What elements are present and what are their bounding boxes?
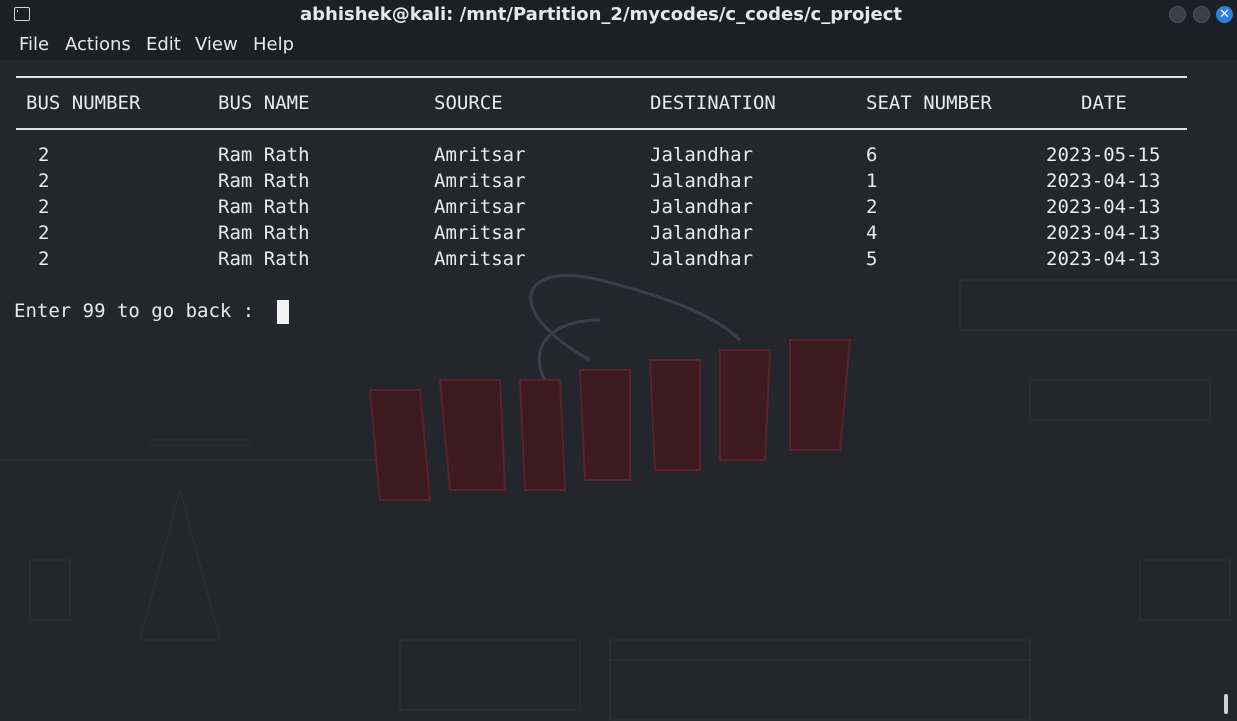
cell-source: Amritsar [434,248,526,270]
cell-date: 2023-05-15 [1046,144,1161,166]
menu-actions[interactable]: Actions [65,34,131,55]
cell-bus-number: 2 [38,144,50,166]
cell-date: 2023-04-13 [1046,222,1161,244]
minimize-button[interactable] [1169,6,1186,23]
cell-date: 2023-04-13 [1046,248,1161,270]
header-seat-number: SEAT NUMBER [866,92,992,114]
menu-edit[interactable]: Edit [146,34,181,55]
cell-destination: Jalandhar [650,170,753,192]
cell-source: Amritsar [434,196,526,218]
terminal-window: abhishek@kali: /mnt/Partition_2/mycodes/… [0,0,1237,721]
cell-bus-name: Ram Rath [218,170,310,192]
cell-bus-number: 2 [38,170,50,192]
header-source: SOURCE [434,92,503,114]
cell-seat-number: 4 [866,222,878,244]
menu-file[interactable]: File [19,34,49,55]
header-bus-name: BUS NAME [218,92,310,114]
cell-bus-number: 2 [38,248,50,270]
table-header-rule [16,128,1187,130]
cell-destination: Jalandhar [650,222,753,244]
cell-destination: Jalandhar [650,196,753,218]
maximize-button[interactable] [1193,6,1210,23]
cell-seat-number: 5 [866,248,878,270]
menu-view[interactable]: View [195,34,238,55]
input-prompt: Enter 99 to go back : [14,300,266,322]
cell-bus-number: 2 [38,196,50,218]
header-bus-number: BUS NUMBER [26,92,141,114]
cell-seat-number: 1 [866,170,878,192]
cell-bus-name: Ram Rath [218,196,310,218]
header-date: DATE [1081,92,1127,114]
cell-date: 2023-04-13 [1046,196,1161,218]
cell-bus-name: Ram Rath [218,144,310,166]
cell-source: Amritsar [434,222,526,244]
cell-destination: Jalandhar [650,144,753,166]
header-destination: DESTINATION [650,92,776,114]
window-title: abhishek@kali: /mnt/Partition_2/mycodes/… [300,4,902,25]
cell-date: 2023-04-13 [1046,170,1161,192]
close-button[interactable]: ✕ [1216,6,1233,23]
text-cursor[interactable] [277,300,289,324]
menu-help[interactable]: Help [253,34,294,55]
cell-destination: Jalandhar [650,248,753,270]
cell-source: Amritsar [434,144,526,166]
cell-source: Amritsar [434,170,526,192]
cell-bus-name: Ram Rath [218,222,310,244]
table-top-rule [16,76,1187,78]
cell-bus-number: 2 [38,222,50,244]
title-bar[interactable]: abhishek@kali: /mnt/Partition_2/mycodes/… [0,0,1237,30]
menu-bar: File Actions Edit View Help [0,30,1237,60]
cell-bus-name: Ram Rath [218,248,310,270]
scrollbar[interactable] [1224,694,1228,714]
cell-seat-number: 6 [866,144,878,166]
cell-seat-number: 2 [866,196,878,218]
